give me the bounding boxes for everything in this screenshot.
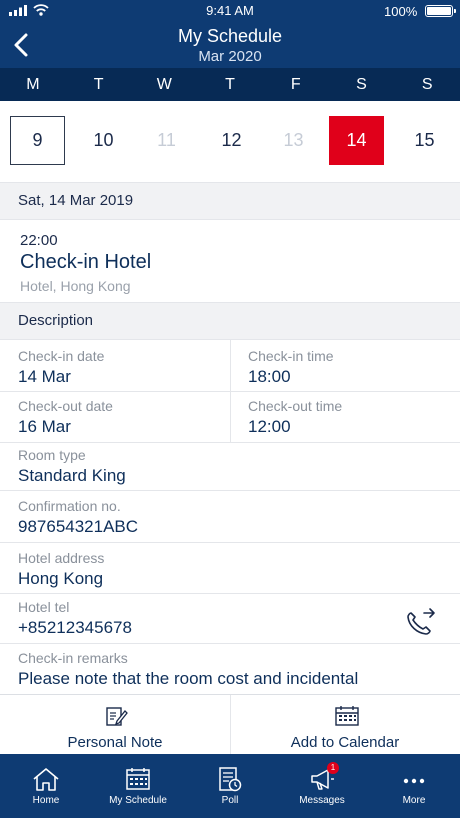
checkin-remarks-field: Check-in remarks Please note that the ro… [18,650,358,689]
day-cell-today[interactable]: 9 [10,116,65,165]
weekday-header: M T W T F S S [0,68,460,101]
event-location: Hotel, Hong Kong [20,278,131,294]
battery-icon [425,5,456,17]
week-day-picker: 9 10 11 12 13 14 15 [0,101,460,182]
day-cell[interactable]: 10 [76,116,131,165]
add-to-calendar-label: Add to Calendar [290,734,400,751]
selected-date-header: Sat, 14 Mar 2019 [0,182,460,220]
checkin-date-field: Check-in date 14 Mar [18,348,104,387]
checkin-time-value: 18:00 [248,367,291,386]
event-summary: 22:00 Check-in Hotel Hotel, Hong Kong [0,220,460,302]
checkin-time-field: Check-in time 18:00 [248,348,334,387]
weekday-label: M [26,76,40,93]
hotel-tel-label: Hotel tel [18,599,70,615]
checkin-time-label: Check-in time [248,348,334,364]
day-cell-disabled[interactable]: 13 [266,116,321,165]
call-icon[interactable] [405,607,437,637]
checkout-time-value: 12:00 [248,417,291,436]
hotel-address-field: Hotel address Hong Kong [18,550,104,589]
confirmation-value: 987654321ABC [18,517,139,536]
weekday-label: S [356,76,367,93]
weekday-label: T [93,76,104,93]
tab-home-label: Home [32,795,60,806]
checkin-remarks-label: Check-in remarks [18,650,128,666]
personal-note-button[interactable]: Personal Note [0,695,230,755]
page-title: My Schedule [177,26,283,46]
divider [0,643,460,644]
weekday-label: F [290,76,301,93]
add-to-calendar-button[interactable]: Add to Calendar [230,695,460,755]
checkin-date-label: Check-in date [18,348,105,364]
note-edit-icon [106,707,128,726]
day-cell[interactable]: 15 [397,116,452,165]
divider [0,442,460,443]
day-cell-disabled[interactable]: 11 [139,116,194,165]
hotel-tel-field: Hotel tel +85212345678 [18,599,132,638]
day-cell[interactable]: 12 [204,116,259,165]
messages-badge: 1 [327,762,339,774]
page-subtitle: Mar 2020 [198,48,262,65]
confirmation-field: Confirmation no. 987654321ABC [18,498,138,537]
tab-poll-label: Poll [221,795,239,806]
personal-note-label: Personal Note [67,734,163,751]
home-icon [33,768,59,791]
divider [0,542,460,543]
checkout-time-label: Check-out time [248,398,343,414]
tab-poll[interactable]: Poll [184,754,276,818]
checkout-date-field: Check-out date 16 Mar [18,398,113,437]
event-title: Check-in Hotel [20,251,152,273]
checkin-date-value: 14 Mar [18,367,71,386]
tab-my-schedule-label: My Schedule [109,795,167,806]
weekday-label: W [156,76,172,93]
event-time: 22:00 [20,232,58,249]
weekday-label: S [421,76,433,93]
room-type-label: Room type [18,447,86,463]
tab-more[interactable]: More [368,754,460,818]
tab-bar: Home My Schedule Poll 1 Messages More [0,754,460,818]
hotel-tel-value[interactable]: +85212345678 [18,618,132,638]
poll-icon [219,767,242,792]
top-bar: 9:41 AM 100% My Schedule Mar 2020 [0,0,460,68]
calendar-icon [335,706,359,726]
hotel-address-label: Hotel address [18,550,105,566]
tab-messages-label: Messages [299,795,345,806]
status-bar: 9:41 AM 100% [0,0,460,22]
room-type-field: Room type Standard King [18,447,126,486]
divider [0,593,460,594]
checkin-remarks-value: Please note that the room cost and incid… [18,669,359,688]
tab-more-label: More [402,795,426,806]
weekday-label: T [225,76,235,93]
checkout-time-field: Check-out time 12:00 [248,398,342,437]
confirmation-label: Confirmation no. [18,498,121,514]
checkout-date-label: Check-out date [18,398,113,414]
day-cell-selected[interactable]: 14 [329,116,384,165]
checkout-date-value: 16 Mar [18,417,71,436]
tab-my-schedule[interactable]: My Schedule [92,754,184,818]
tab-messages[interactable]: 1 Messages [276,754,368,818]
battery-percent: 100% [384,4,418,19]
tab-home[interactable]: Home [0,754,92,818]
divider [0,490,460,491]
more-dots-icon [403,778,425,784]
room-type-value: Standard King [18,466,126,485]
divider [0,391,460,392]
hotel-address-value: Hong Kong [18,569,104,588]
schedule-icon [126,768,150,790]
description-header: Description [0,302,460,340]
action-bar: Personal Note Add to Calendar [0,694,460,755]
